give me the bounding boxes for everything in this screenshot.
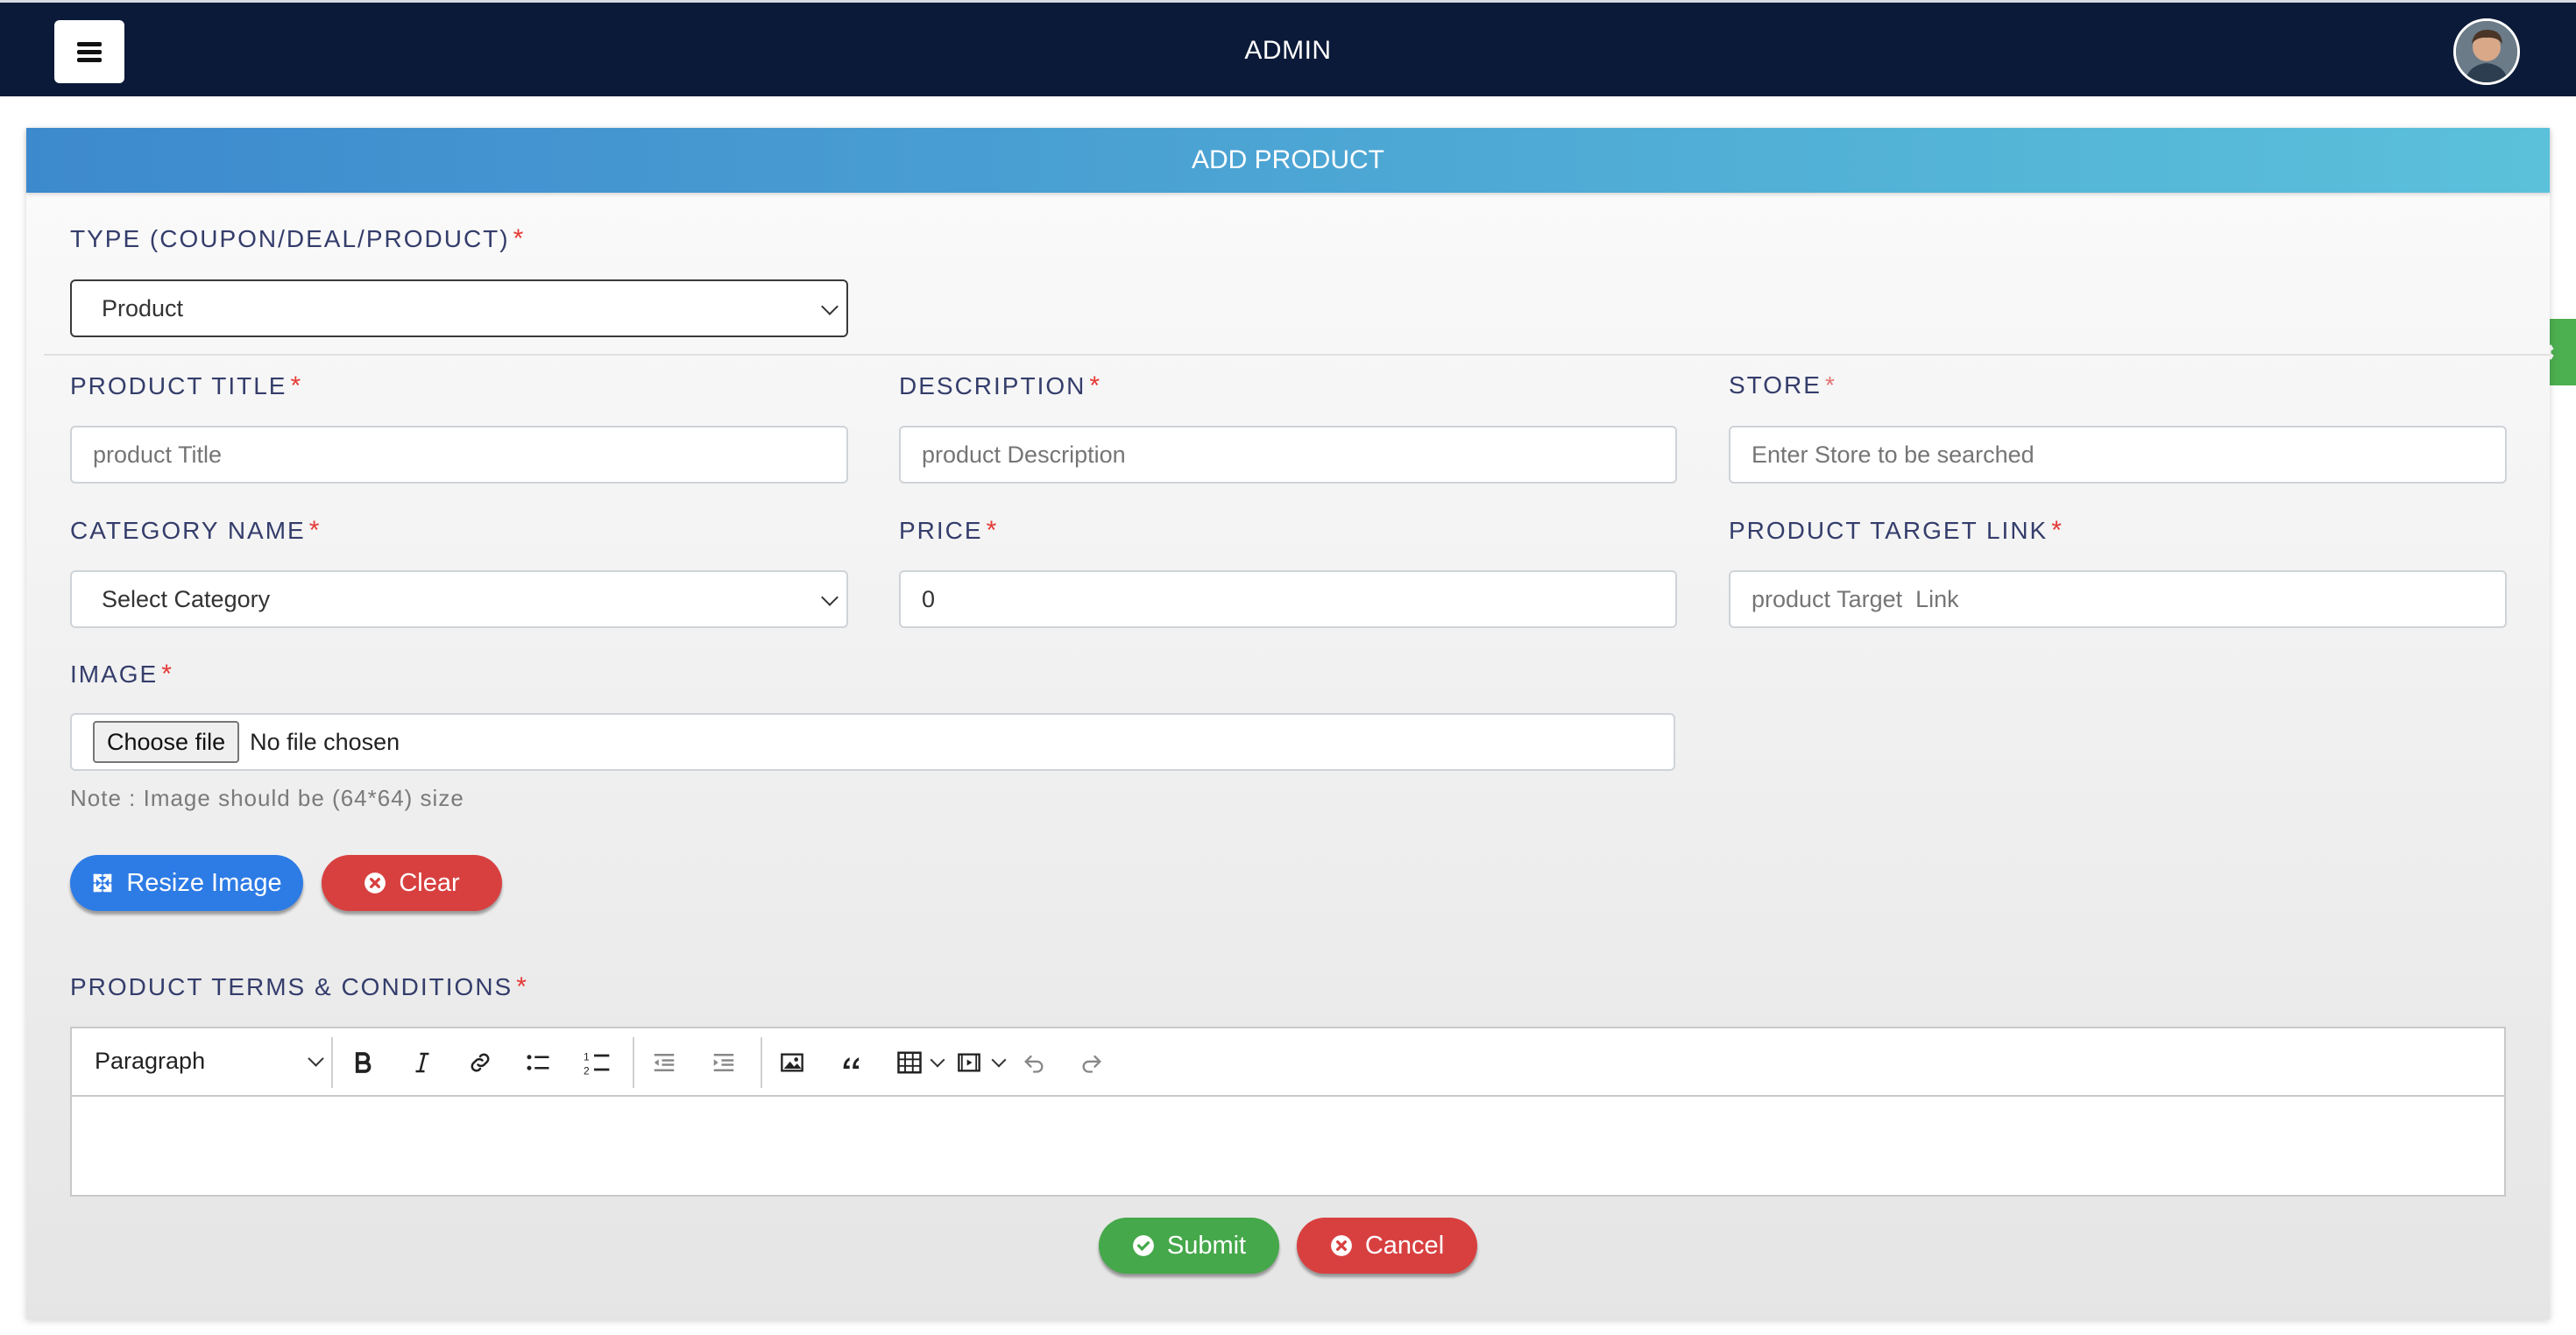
type-label: TYPE (COUPON/DEAL/PRODUCT) * [70,224,525,254]
numbered-list-icon[interactable]: 12 [580,1045,615,1080]
editor-toolbar: Paragraph 12 [72,1028,2504,1097]
svg-text:2: 2 [584,1064,590,1077]
target-link-label-text: PRODUCT TARGET LINK [1729,517,2049,544]
required-asterisk: * [1089,371,1102,400]
product-title-label-text: PRODUCT TITLE [70,372,287,399]
italic-icon[interactable] [405,1045,440,1080]
required-asterisk: * [513,224,526,253]
type-select-value: Product [102,294,184,321]
paragraph-style-dropdown[interactable]: Paragraph [95,1048,205,1075]
toolbar-separator [633,1037,634,1088]
category-label: CATEGORY NAME * [70,516,321,546]
bulleted-list-icon[interactable] [520,1045,556,1080]
indent-icon[interactable] [706,1045,741,1080]
required-asterisk: * [986,516,999,545]
insert-media-icon[interactable] [952,1045,987,1080]
chevron-down-icon [821,589,839,606]
chevron-down-icon[interactable] [930,1052,945,1068]
image-size-note: Note : Image should be (64*64) size [70,785,464,811]
user-avatar[interactable] [2453,18,2520,85]
clear-button[interactable]: Clear [322,855,502,911]
expand-arrows-icon [91,872,114,894]
store-search-input[interactable] [1729,426,2507,484]
image-label-text: IMAGE [70,660,159,688]
file-status: No file chosen [250,728,400,755]
store-label-text: STORE [1729,371,1822,399]
required-asterisk: * [1824,371,1836,399]
resize-image-label: Resize Image [126,868,282,897]
link-icon[interactable] [463,1045,498,1080]
required-asterisk: * [161,660,173,689]
toolbar-separator [331,1037,333,1088]
target-link-label: PRODUCT TARGET LINK * [1729,516,2063,546]
app-title: ADMIN [1244,36,1332,65]
terms-label: PRODUCT TERMS & CONDITIONS * [70,972,528,1002]
chevron-down-icon [308,1050,324,1067]
circle-x-icon [1330,1234,1353,1257]
type-select[interactable]: Product [70,279,848,337]
card-header: ADD PRODUCT [26,128,2550,193]
blockquote-icon[interactable] [834,1045,869,1080]
product-title-label: PRODUCT TITLE * [70,371,302,401]
chevron-down-icon[interactable] [991,1052,1007,1068]
undo-icon[interactable] [1016,1045,1051,1080]
required-asterisk: * [2051,516,2063,545]
svg-text:1: 1 [584,1050,590,1063]
cancel-label: Cancel [1364,1231,1445,1260]
required-asterisk: * [516,972,528,1001]
section-divider [44,354,2550,356]
submit-button[interactable]: Submit [1099,1218,1279,1274]
required-asterisk: * [308,516,322,545]
submit-label: Submit [1166,1231,1247,1260]
circle-x-icon [364,872,386,894]
circle-check-icon [1132,1234,1155,1257]
required-asterisk: * [290,371,303,400]
redo-icon[interactable] [1074,1045,1109,1080]
toolbar-separator [761,1037,762,1088]
chevron-down-icon [821,298,839,315]
type-label-text: TYPE (COUPON/DEAL/PRODUCT) [70,225,510,252]
store-label: STORE * [1729,371,1836,399]
terms-label-text: PRODUCT TERMS & CONDITIONS [70,973,513,1000]
price-input[interactable] [899,570,1677,628]
top-navbar: ADMIN [0,0,2576,96]
outdent-icon[interactable] [647,1045,682,1080]
bold-icon[interactable] [345,1045,380,1080]
resize-image-button[interactable]: Resize Image [70,855,303,911]
clear-label: Clear [399,868,460,897]
add-product-card: ADD PRODUCT TYPE (COUPON/DEAL/PRODUCT) * … [26,128,2550,1319]
editor-content-area[interactable] [72,1097,2504,1195]
image-file-input[interactable]: Choose file No file chosen [70,713,1675,771]
category-select[interactable]: Select Category [70,570,848,628]
description-label-text: DESCRIPTION [899,372,1086,399]
avatar-image [2456,21,2517,82]
price-label: PRICE * [899,516,998,546]
insert-image-icon[interactable] [775,1045,810,1080]
cancel-button[interactable]: Cancel [1297,1218,1477,1274]
description-label: DESCRIPTION * [899,371,1101,401]
image-label: IMAGE * [70,660,173,689]
description-input[interactable] [899,426,1677,484]
target-link-input[interactable] [1729,570,2507,628]
terms-rich-text-editor: Paragraph 12 [70,1027,2506,1197]
insert-table-icon[interactable] [892,1045,927,1080]
choose-file-button[interactable]: Choose file [93,721,240,763]
product-title-input[interactable] [70,426,848,484]
category-label-text: CATEGORY NAME [70,517,306,544]
price-label-text: PRICE [899,517,983,544]
category-select-value: Select Category [102,585,271,612]
